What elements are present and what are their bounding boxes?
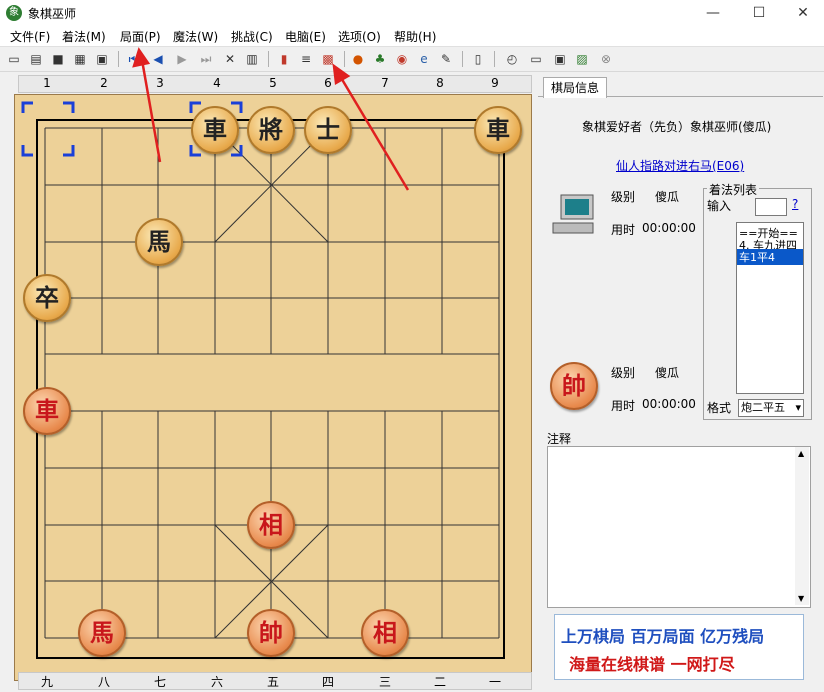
movelist[interactable]: ==开始== 4. 车九进四 车1平4 — [736, 222, 804, 394]
move-input[interactable] — [755, 198, 787, 216]
players-text: 象棋爱好者（先负）象棋巫师(傻瓜) — [582, 120, 772, 134]
red-king-avatar: 帥 — [550, 362, 598, 410]
computer-icon — [552, 194, 594, 234]
top-level-value: 傻瓜 — [655, 190, 680, 204]
format-select[interactable]: 炮二平五 ▾ — [738, 399, 804, 417]
ad-line-2: 海量在线棋谱 一网打尽 — [569, 655, 735, 674]
scroll-up-icon[interactable]: ▲ — [798, 449, 804, 458]
opening-link[interactable]: 仙人指路对进右马(E06) — [616, 157, 744, 174]
movelist-title: 着法列表 — [707, 181, 760, 198]
notes-scrollbar[interactable]: ▲ ▼ — [795, 447, 809, 605]
chevron-down-icon: ▾ — [795, 401, 801, 414]
notes-label: 注释 — [547, 432, 572, 446]
ad-line-1: 上万棋局 百万局面 亿万残局 — [561, 627, 765, 646]
format-value: 炮二平五 — [741, 401, 785, 414]
format-label: 格式 — [707, 401, 732, 415]
notes-textarea[interactable] — [547, 446, 811, 608]
bottom-time-value: 00:00:00 — [642, 397, 696, 411]
input-label: 输入 — [707, 199, 732, 213]
top-time-value: 00:00:00 — [642, 221, 696, 235]
bottom-level-value: 傻瓜 — [655, 366, 680, 380]
help-link[interactable]: ? — [792, 197, 798, 211]
scroll-down-icon[interactable]: ▼ — [798, 594, 804, 603]
tab-game-info[interactable]: 棋局信息 — [543, 77, 607, 98]
ad-banner[interactable]: 上万棋局 百万局面 亿万残局 海量在线棋谱 一网打尽 — [554, 614, 804, 680]
top-time-label: 用时 — [611, 223, 636, 237]
move-item-selected[interactable]: 车1平4 — [737, 249, 803, 265]
top-level-label: 级别 — [611, 190, 636, 204]
bottom-level-label: 级别 — [611, 366, 636, 380]
bottom-time-label: 用时 — [611, 399, 636, 413]
